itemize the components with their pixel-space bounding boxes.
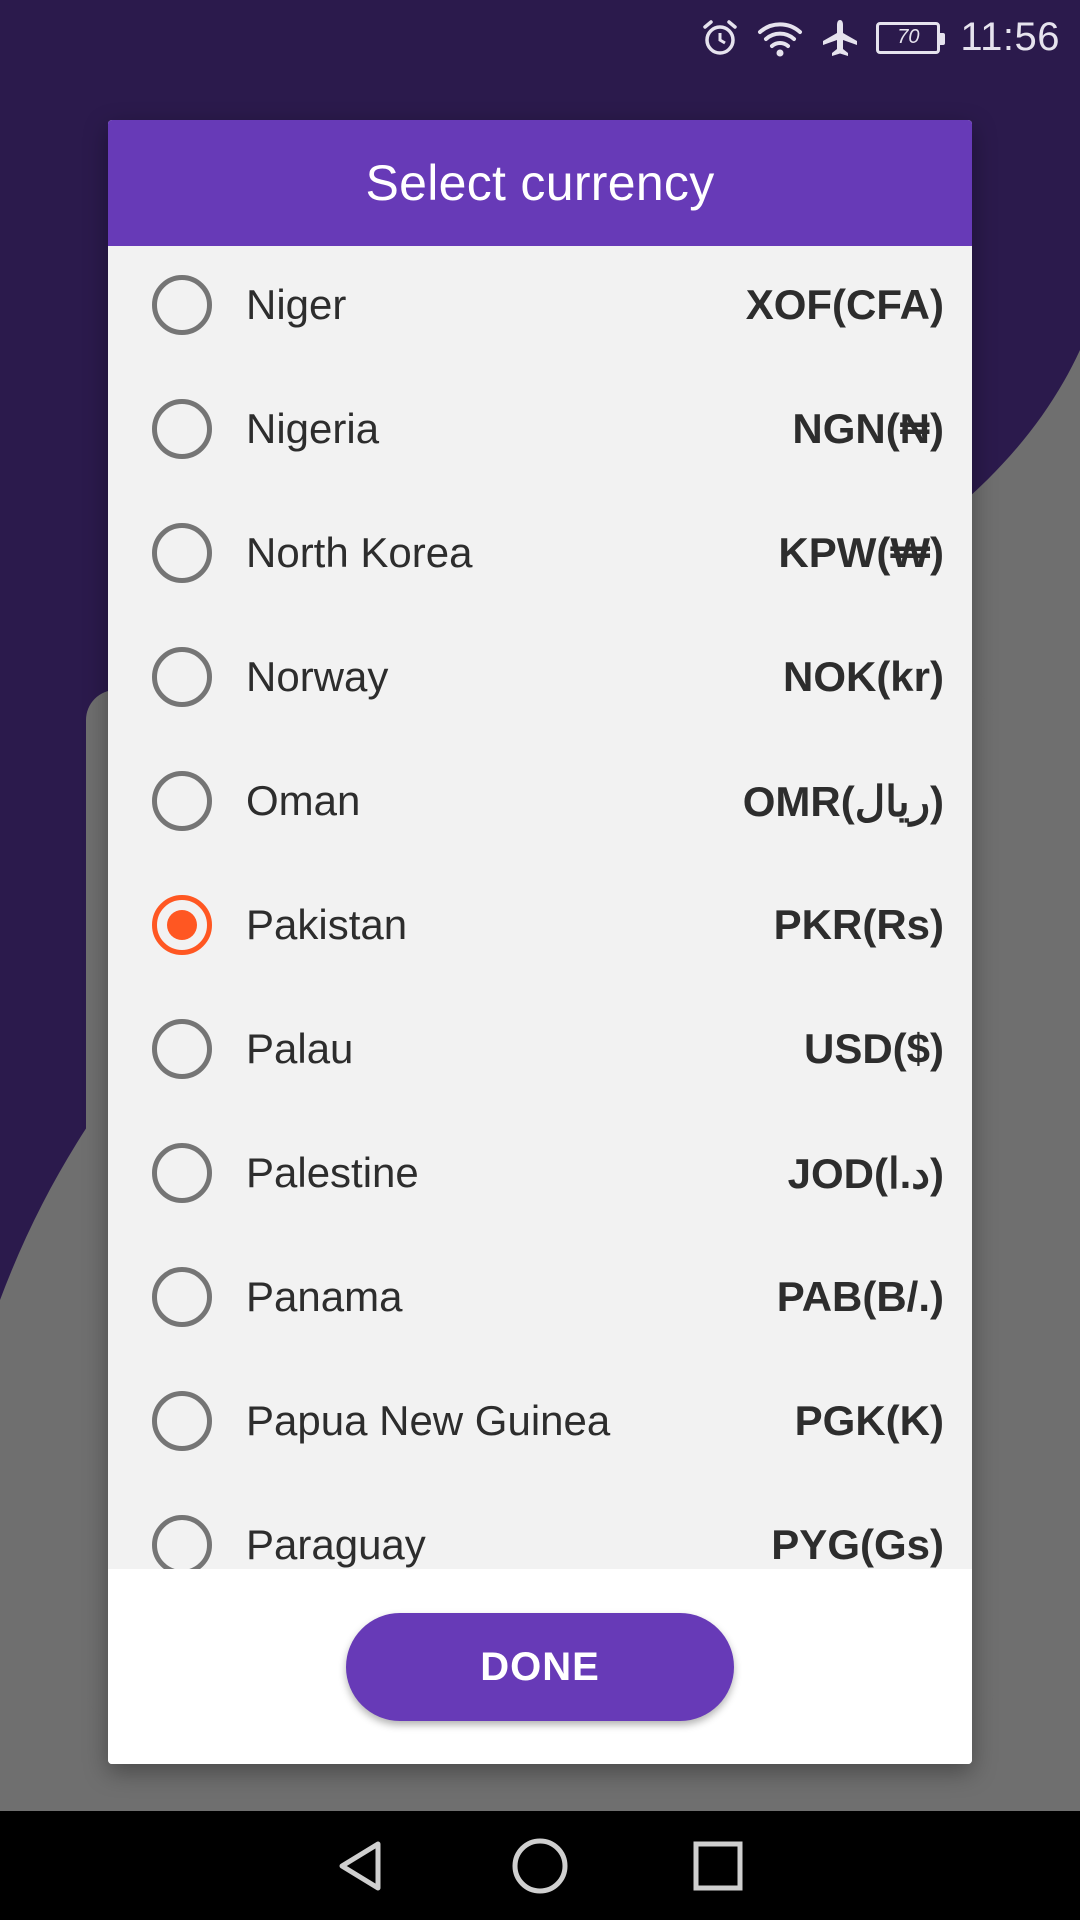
radio-button[interactable] (152, 1515, 212, 1569)
country-name: Norway (246, 653, 389, 700)
dialog-header: Select currency (108, 120, 972, 246)
battery-icon: 70 (876, 21, 946, 54)
currency-code: PAB(B/.) (776, 1273, 944, 1320)
back-icon[interactable] (332, 1836, 392, 1896)
currency-code: KPW(₩) (778, 529, 944, 576)
currency-code: XOF(CFA) (745, 281, 944, 328)
currency-code: JOD(د.ا) (787, 1149, 944, 1197)
home-icon[interactable] (510, 1836, 570, 1896)
country-name: Panama (246, 1273, 403, 1320)
currency-code: PYG(Gs) (771, 1521, 944, 1568)
currency-option[interactable]: Palestine JOD(د.ا) (108, 1111, 972, 1235)
country-name: Nigeria (246, 405, 380, 452)
radio-button-selected[interactable] (152, 895, 212, 955)
radio-button[interactable] (152, 523, 212, 583)
country-name: Palau (246, 1025, 354, 1072)
dialog-title: Select currency (365, 155, 715, 211)
currency-option[interactable]: Palau USD($) (108, 987, 972, 1111)
wifi-icon (758, 21, 803, 56)
country-name: Pakistan (246, 901, 408, 948)
alarm-icon (703, 19, 738, 55)
currency-code: PKR(Rs) (773, 901, 944, 948)
currency-code: NOK(kr) (782, 653, 944, 700)
currency-code: NGN(₦) (792, 405, 944, 452)
recents-icon[interactable] (688, 1836, 748, 1896)
currency-option[interactable]: Oman OMR(ريال) (108, 739, 972, 863)
currency-option[interactable]: Niger XOF(CFA) (108, 246, 972, 367)
currency-dialog: Select currency Niger XOF(CFA) Nigeria N… (108, 120, 972, 1764)
country-name: Oman (246, 777, 361, 824)
clock: 11:56 (960, 15, 1060, 59)
currency-list[interactable]: Niger XOF(CFA) Nigeria NGN(₦) North Kore… (108, 246, 972, 1569)
currency-option[interactable]: Norway NOK(kr) (108, 615, 972, 739)
radio-button[interactable] (152, 275, 212, 335)
country-name: North Korea (246, 529, 473, 576)
currency-option[interactable]: Panama PAB(B/.) (108, 1235, 972, 1359)
radio-button[interactable] (152, 1267, 212, 1327)
country-name: Niger (246, 281, 347, 328)
country-name: Palestine (246, 1149, 419, 1196)
currency-code: USD($) (803, 1025, 944, 1072)
navigation-bar (0, 1811, 1080, 1920)
currency-option[interactable]: North Korea KPW(₩) (108, 491, 972, 615)
radio-button[interactable] (152, 399, 212, 459)
currency-option[interactable]: Paraguay PYG(Gs) (108, 1483, 972, 1569)
currency-option[interactable]: Nigeria NGN(₦) (108, 367, 972, 491)
country-name: Papua New Guinea (246, 1397, 611, 1444)
radio-button[interactable] (152, 1143, 212, 1203)
radio-button[interactable] (152, 1391, 212, 1451)
radio-button[interactable] (152, 771, 212, 831)
done-button[interactable]: DONE (346, 1613, 734, 1721)
country-name: Paraguay (246, 1521, 426, 1568)
radio-button[interactable] (152, 1019, 212, 1079)
status-bar: 70 11:56 (0, 0, 1080, 75)
battery-level: 70 (897, 26, 920, 48)
dialog-footer: DONE (108, 1569, 972, 1764)
currency-option[interactable]: Papua New Guinea PGK(K) (108, 1359, 972, 1483)
airplane-icon (823, 19, 858, 56)
currency-code: PGK(K) (794, 1397, 944, 1444)
radio-button[interactable] (152, 647, 212, 707)
currency-option[interactable]: Pakistan PKR(Rs) (108, 863, 972, 987)
currency-code: OMR(ريال) (742, 777, 944, 825)
